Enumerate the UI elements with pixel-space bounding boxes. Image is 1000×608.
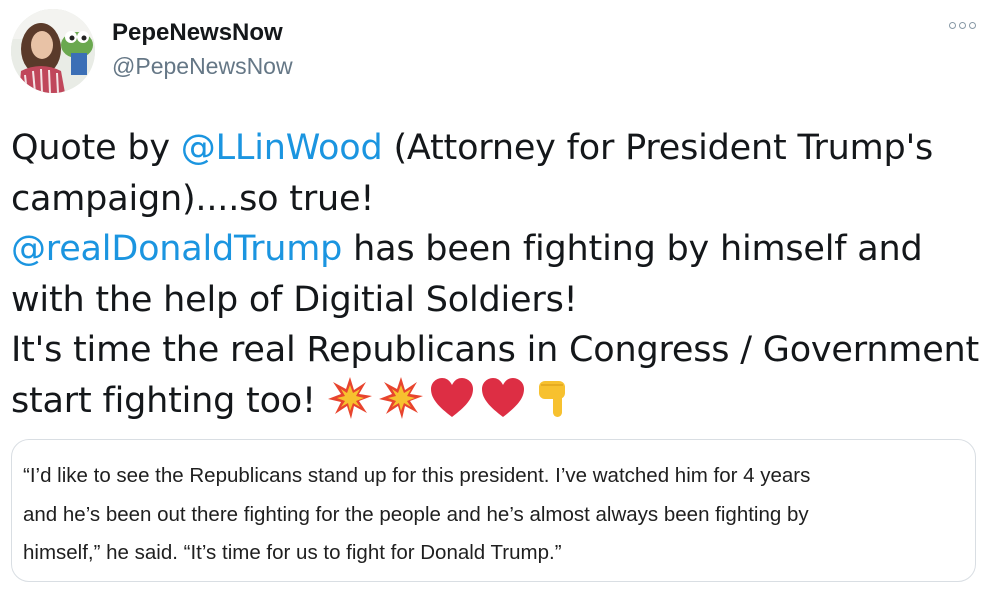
more-options-icon[interactable]	[949, 22, 976, 29]
tweet-text-span: (Attorney for President Trump's	[382, 128, 934, 168]
dot-icon	[959, 22, 966, 29]
tweet-line: campaign)....so true!	[11, 178, 375, 219]
tweet-text-span: Quote by	[11, 128, 181, 168]
dot-icon	[949, 22, 956, 29]
red-heart-icon	[429, 375, 475, 421]
tweet-line: start fighting too!	[11, 376, 986, 427]
tweet-card: PepeNewsNow @PepeNewsNow Quote by @LLinW…	[0, 0, 1000, 608]
display-name[interactable]: PepeNewsNow	[112, 19, 283, 47]
tweet-text-span: start fighting too!	[11, 380, 316, 421]
tweet-line: with the help of Digitial Soldiers!	[11, 279, 578, 320]
tweet-text: Quote by @LLinWood (Attorney for Preside…	[11, 123, 986, 426]
pointing-down-icon	[531, 375, 577, 421]
collision-icon	[327, 375, 373, 421]
tweet-text-span: has been fighting by himself and	[342, 229, 923, 269]
profile-photo	[11, 9, 95, 93]
tweet-line: It's time the real Republicans in Congre…	[11, 330, 980, 370]
quote-text: “I’d like to see the Republicans stand u…	[23, 457, 961, 573]
avatar[interactable]	[11, 9, 95, 93]
quote-card[interactable]: “I’d like to see the Republicans stand u…	[11, 439, 976, 582]
tweet-line: @realDonaldTrump has been fighting by hi…	[11, 224, 986, 275]
red-heart-icon	[480, 375, 526, 421]
quote-line: “I’d like to see the Republicans stand u…	[23, 464, 811, 487]
collision-icon	[378, 375, 424, 421]
quote-line: himself,” he said. “It’s time for us to …	[23, 541, 562, 564]
user-handle[interactable]: @PepeNewsNow	[112, 53, 293, 80]
quote-line: and he’s been out there fighting for the…	[23, 502, 809, 526]
mention-link-llinwood[interactable]: @LLinWood	[181, 128, 383, 168]
tweet-line: Quote by @LLinWood (Attorney for Preside…	[11, 123, 986, 174]
dot-icon	[969, 22, 976, 29]
mention-link-realdonaldtrump[interactable]: @realDonaldTrump	[11, 229, 342, 269]
